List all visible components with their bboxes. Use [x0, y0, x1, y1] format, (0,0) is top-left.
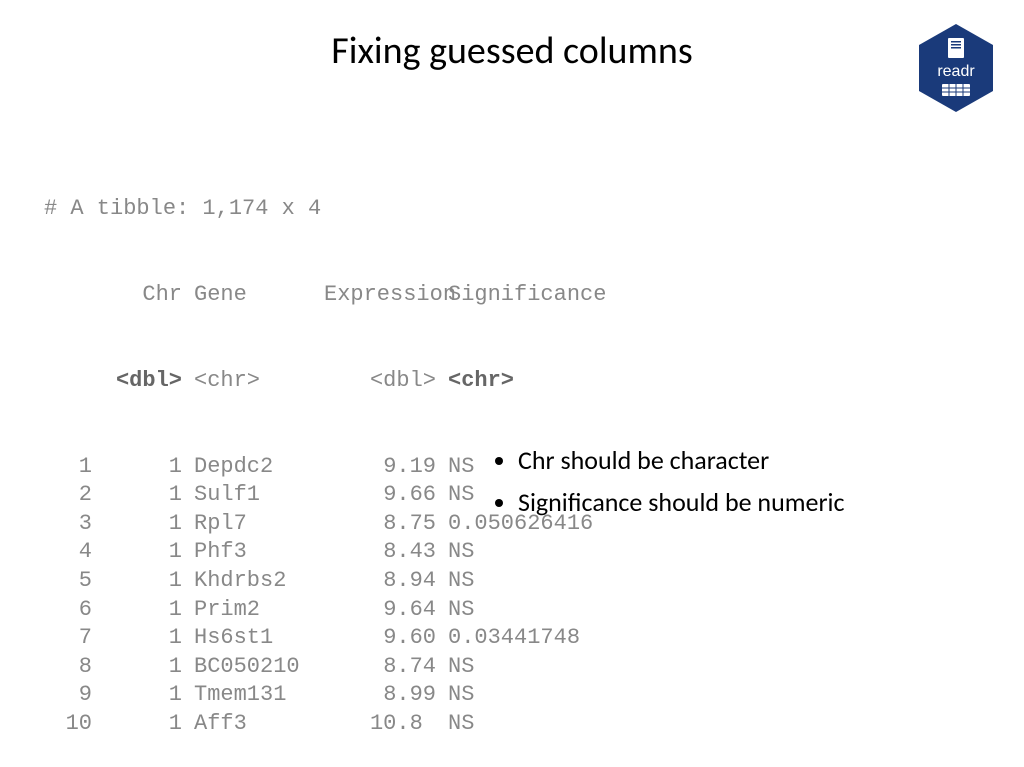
- tibble-header: # A tibble: 1,174 x 4: [44, 195, 606, 224]
- table-row: 101Aff310.8 NS: [44, 710, 606, 739]
- list-item: Chr should be character: [518, 444, 844, 476]
- tibble-coltypes: <dbl><chr><dbl><chr>: [44, 367, 606, 396]
- table-row: 41Phf38.43NS: [44, 538, 606, 567]
- table-row: 51Khdrbs28.94NS: [44, 567, 606, 596]
- table-row: 91Tmem1318.99NS: [44, 681, 606, 710]
- readr-logo-icon: readr: [916, 22, 996, 119]
- notes-list: Chr should be character Significance sho…: [490, 444, 844, 528]
- table-row: 81BC0502108.74NS: [44, 653, 606, 682]
- table-row: 71Hs6st19.600.03441748: [44, 624, 606, 653]
- tibble-colnames: ChrGeneExpressionSignificance: [44, 281, 606, 310]
- list-item: Significance should be numeric: [518, 486, 844, 518]
- table-row: 61Prim29.64NS: [44, 596, 606, 625]
- page-title: Fixing guessed columns: [0, 28, 1024, 74]
- logo-label: readr: [937, 63, 975, 80]
